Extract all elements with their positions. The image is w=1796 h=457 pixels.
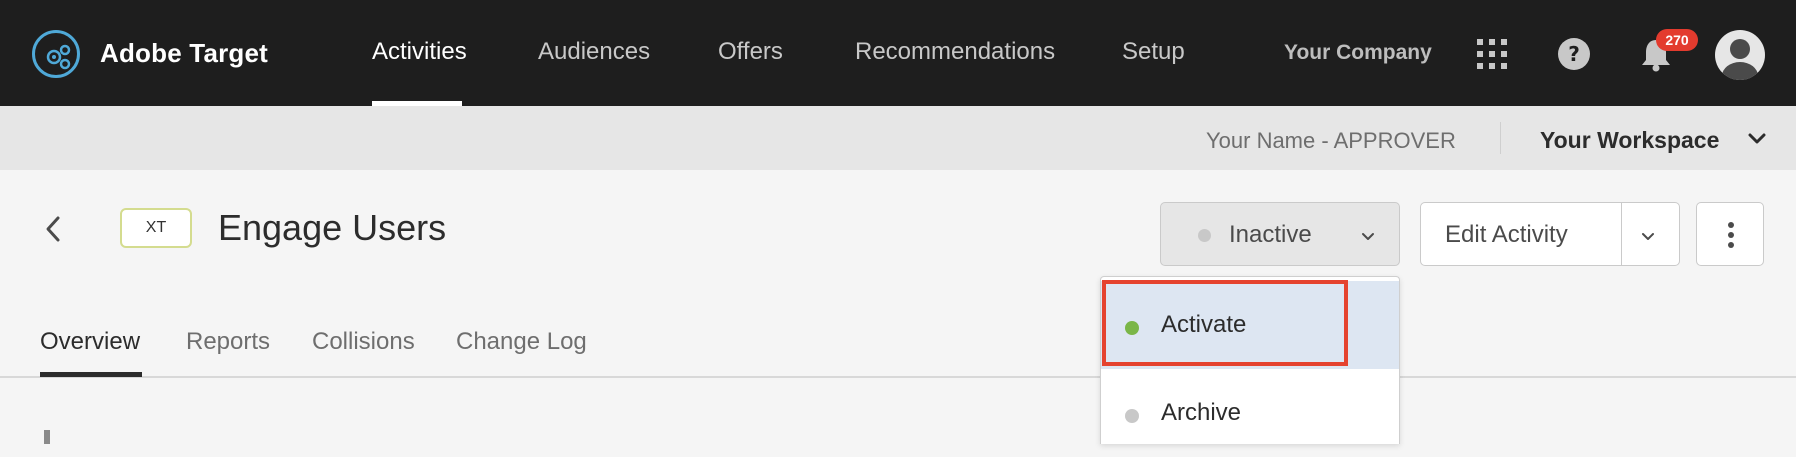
divider [1500,122,1501,154]
status-dot-icon [1125,409,1139,423]
user-role-label: Your Name - APPROVER [1206,128,1456,153]
tab-collisions[interactable]: Collisions [312,328,415,356]
tabs-divider [0,376,1796,378]
activity-title: Engage Users [218,207,447,248]
back-arrow-icon[interactable] [42,214,64,249]
more-options-button[interactable] [1696,202,1764,266]
menu-item-label: Activate [1161,311,1247,338]
user-avatar-icon[interactable] [1715,30,1765,80]
top-navigation-bar: Adobe Target Activities Audiences Offers… [0,0,1796,106]
chevron-down-icon[interactable] [1641,229,1655,247]
content-fragment [44,430,50,444]
nav-audiences[interactable]: Audiences [538,38,650,66]
menu-item-activate[interactable]: Activate [1101,281,1399,369]
chevron-down-icon [1361,229,1375,247]
adobe-target-logo-icon[interactable] [32,30,80,78]
status-dropdown-menu: Activate Archive [1100,276,1400,444]
status-dot-icon [1125,321,1139,335]
edit-activity-button[interactable]: Edit Activity [1445,221,1568,249]
tab-reports[interactable]: Reports [186,328,270,356]
nav-recommendations[interactable]: Recommendations [855,38,1055,66]
status-dropdown-button[interactable]: Inactive [1160,202,1400,266]
active-tab-indicator [40,372,142,377]
more-vertical-icon [1728,222,1734,248]
tab-change-log[interactable]: Change Log [456,328,587,356]
nav-offers[interactable]: Offers [718,38,783,66]
workspace-selector[interactable]: Your Workspace [1540,127,1719,154]
app-name: Adobe Target [100,38,269,68]
notification-count-badge[interactable]: 270 [1656,29,1698,51]
activity-type-badge: XT [120,208,192,248]
divider [1621,203,1622,265]
app-grid-icon[interactable] [1476,38,1508,75]
svg-text:?: ? [1568,42,1580,66]
status-dot-icon [1198,229,1211,242]
tab-overview[interactable]: Overview [40,328,140,356]
nav-activities[interactable]: Activities [372,38,467,66]
edit-activity-split-button: Edit Activity [1420,202,1680,266]
nav-setup[interactable]: Setup [1122,38,1185,66]
status-label: Inactive [1229,221,1312,248]
chevron-down-icon[interactable] [1748,132,1766,151]
workspace-bar: Your Name - APPROVER Your Workspace [0,106,1796,170]
menu-item-label: Archive [1161,399,1242,426]
help-icon[interactable]: ? [1557,37,1591,76]
company-name[interactable]: Your Company [1284,41,1432,65]
